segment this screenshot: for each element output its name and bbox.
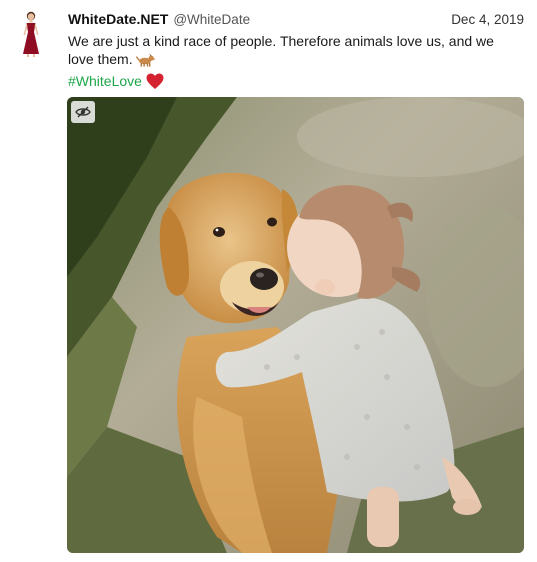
post-text: We are just a kind race of people. There… (68, 33, 518, 71)
post-header: WhiteDate.NET @WhiteDate Dec 4, 2019 (68, 11, 524, 31)
dog-emoji-icon (135, 53, 155, 72)
post-card: WhiteDate.NET @WhiteDate Dec 4, 2019 We … (0, 0, 537, 562)
post-date[interactable]: Dec 4, 2019 (451, 12, 524, 27)
post-image[interactable] (67, 97, 524, 553)
hashtag-link[interactable]: #WhiteLove (68, 73, 142, 89)
post-content: WhiteDate.NET @WhiteDate Dec 4, 2019 We … (68, 0, 524, 94)
eye-slash-icon[interactable] (71, 101, 95, 123)
hashtag-line: #WhiteLove (68, 72, 524, 94)
avatar[interactable] (14, 10, 48, 58)
display-name[interactable]: WhiteDate.NET (68, 11, 168, 27)
handle[interactable]: @WhiteDate (173, 12, 250, 27)
post-text-body: We are just a kind race of people. There… (68, 33, 494, 67)
red-heart-icon (146, 73, 164, 94)
dog-and-child-photo (67, 97, 524, 553)
